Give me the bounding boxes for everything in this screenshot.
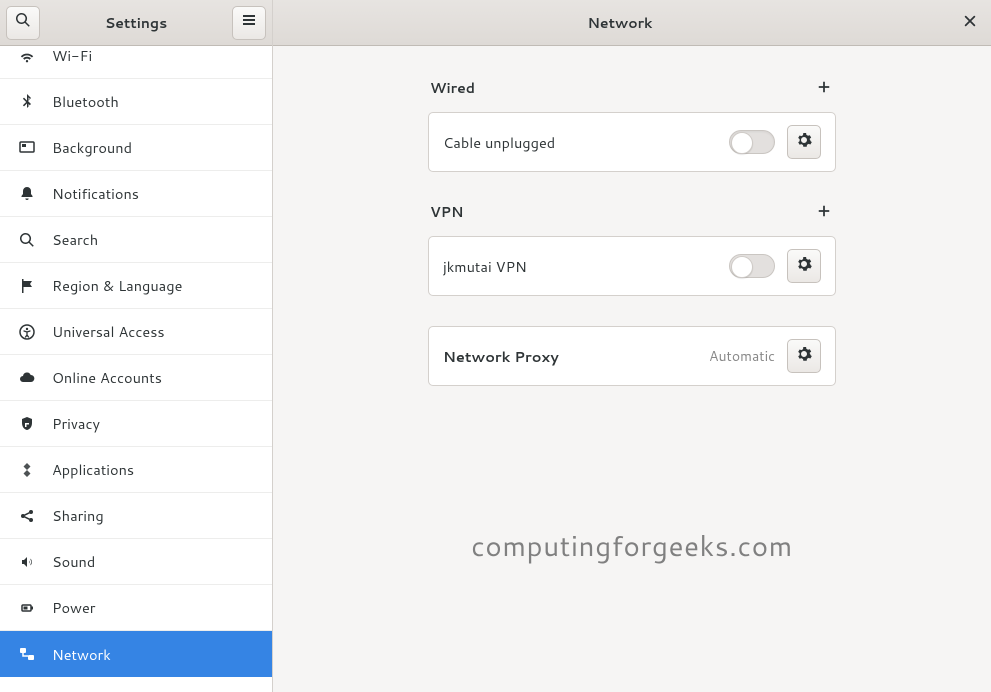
sidebar-item-sharing[interactable]: Sharing (0, 493, 272, 539)
search-icon (18, 232, 36, 248)
sidebar-item-online-accounts[interactable]: Online Accounts (0, 355, 272, 401)
proxy-row: Network Proxy Automatic (429, 327, 835, 385)
sidebar-item-label: Applications (52, 459, 134, 480)
proxy-label: Network Proxy (443, 346, 697, 367)
sidebar-item-label: Wi-Fi (52, 45, 92, 66)
close-button[interactable] (955, 8, 985, 38)
hamburger-icon (241, 12, 257, 33)
accessibility-icon (18, 324, 36, 340)
settings-window: Settings Wi-Fi Bluetooth (0, 0, 991, 692)
power-icon (18, 600, 36, 616)
sidebar-item-label: Search (52, 229, 98, 250)
sidebar-item-search[interactable]: Search (0, 217, 272, 263)
sidebar-item-notifications[interactable]: Notifications (0, 171, 272, 217)
network-settings-column: Wired Cable unplugged (428, 78, 836, 386)
wifi-icon (18, 48, 36, 64)
add-wired-button[interactable] (814, 78, 834, 98)
wired-settings-button[interactable] (787, 125, 821, 159)
vpn-name-label: jkmutai VPN (443, 256, 717, 277)
sidebar-item-label: Notifications (52, 183, 139, 204)
content-body: Wired Cable unplugged (273, 46, 991, 692)
bluetooth-icon (18, 94, 36, 110)
sidebar-item-label: Region & Language (52, 275, 182, 296)
sidebar-item-label: Bluetooth (52, 91, 119, 112)
privacy-icon (18, 416, 36, 432)
share-icon (18, 508, 36, 524)
sidebar-panel: Settings Wi-Fi Bluetooth (0, 0, 273, 692)
sidebar-item-label: Privacy (52, 413, 100, 434)
proxy-settings-button[interactable] (787, 339, 821, 373)
vpn-toggle[interactable] (729, 254, 775, 278)
sidebar-item-sound[interactable]: Sound (0, 539, 272, 585)
wired-section-header: Wired (428, 78, 836, 98)
sidebar-item-region-language[interactable]: Region & Language (0, 263, 272, 309)
sidebar-item-wifi[interactable]: Wi-Fi (0, 33, 272, 79)
vpn-section-header: VPN (428, 202, 836, 222)
sidebar-item-applications[interactable]: Applications (0, 447, 272, 493)
plus-icon (817, 204, 831, 221)
proxy-section: Network Proxy Automatic (428, 326, 836, 386)
wired-card: Cable unplugged (428, 112, 836, 172)
sidebar-item-label: Power (52, 597, 95, 618)
content-panel: Network Wired (273, 0, 991, 692)
sidebar-item-network[interactable]: Network (0, 631, 272, 677)
sidebar-item-label: Sound (52, 551, 95, 572)
vpn-section: VPN jkmutai VPN (428, 202, 836, 296)
sidebar-item-label: Background (52, 137, 132, 158)
vpn-card: jkmutai VPN (428, 236, 836, 296)
content-headerbar: Network (273, 0, 991, 46)
bell-icon (18, 186, 36, 202)
gear-icon (796, 132, 812, 153)
sound-icon (18, 554, 36, 570)
cloud-icon (18, 370, 36, 386)
gear-icon (796, 256, 812, 277)
wired-row: Cable unplugged (429, 113, 835, 171)
wired-heading: Wired (430, 78, 475, 98)
sidebar-item-label: Online Accounts (52, 367, 162, 388)
wired-status-label: Cable unplugged (443, 132, 717, 153)
sidebar-item-power[interactable]: Power (0, 585, 272, 631)
background-icon (18, 140, 36, 156)
watermark-text: computingforgeeks.com (471, 526, 793, 566)
vpn-row: jkmutai VPN (429, 237, 835, 295)
network-icon (18, 646, 36, 662)
applications-icon (18, 462, 36, 478)
sidebar-item-label: Network (52, 644, 111, 665)
add-vpn-button[interactable] (814, 202, 834, 222)
sidebar-item-label: Sharing (52, 505, 104, 526)
vpn-heading: VPN (430, 202, 463, 222)
sidebar-item-label: Universal Access (52, 321, 165, 342)
wired-section: Wired Cable unplugged (428, 78, 836, 172)
sidebar-item-bluetooth[interactable]: Bluetooth (0, 79, 272, 125)
plus-icon (817, 80, 831, 97)
sidebar-list: Wi-Fi Bluetooth Background Notifications (0, 33, 272, 692)
gear-icon (796, 346, 812, 367)
content-title: Network (285, 13, 955, 33)
sidebar-title: Settings (46, 13, 226, 33)
close-icon (963, 11, 977, 34)
proxy-card: Network Proxy Automatic (428, 326, 836, 386)
sidebar-item-universal-access[interactable]: Universal Access (0, 309, 272, 355)
vpn-settings-button[interactable] (787, 249, 821, 283)
flag-icon (18, 278, 36, 294)
search-icon (15, 12, 31, 33)
sidebar-item-background[interactable]: Background (0, 125, 272, 171)
sidebar-item-privacy[interactable]: Privacy (0, 401, 272, 447)
proxy-status: Automatic (709, 346, 775, 366)
wired-toggle[interactable] (729, 130, 775, 154)
